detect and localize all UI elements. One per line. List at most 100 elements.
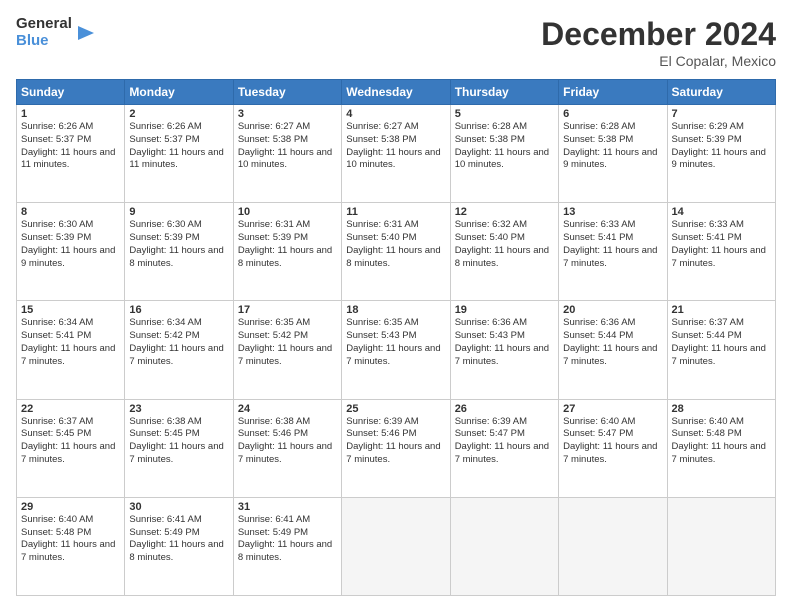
dow-header-tuesday: Tuesday (233, 80, 341, 105)
sunrise-label: Sunrise: 6:30 AM (21, 219, 93, 230)
sunset-label: Sunset: 5:38 PM (455, 134, 525, 145)
sunset-label: Sunset: 5:48 PM (672, 428, 742, 439)
calendar-cell: 25 Sunrise: 6:39 AM Sunset: 5:46 PM Dayl… (342, 399, 450, 497)
sunset-label: Sunset: 5:37 PM (21, 134, 91, 145)
calendar-cell: 18 Sunrise: 6:35 AM Sunset: 5:43 PM Dayl… (342, 301, 450, 399)
day-of-week-row: SundayMondayTuesdayWednesdayThursdayFrid… (17, 80, 776, 105)
calendar-cell: 27 Sunrise: 6:40 AM Sunset: 5:47 PM Dayl… (559, 399, 667, 497)
calendar-cell: 6 Sunrise: 6:28 AM Sunset: 5:38 PM Dayli… (559, 105, 667, 203)
daylight-label: Daylight: 11 hours and 7 minutes. (346, 441, 440, 465)
sunrise-label: Sunrise: 6:33 AM (672, 219, 744, 230)
calendar-cell: 16 Sunrise: 6:34 AM Sunset: 5:42 PM Dayl… (125, 301, 233, 399)
sunrise-label: Sunrise: 6:32 AM (455, 219, 527, 230)
calendar-week-5: 29 Sunrise: 6:40 AM Sunset: 5:48 PM Dayl… (17, 497, 776, 595)
daylight-label: Daylight: 11 hours and 7 minutes. (346, 343, 440, 367)
day-info: Sunrise: 6:27 AM Sunset: 5:38 PM Dayligh… (346, 121, 445, 172)
day-info: Sunrise: 6:36 AM Sunset: 5:43 PM Dayligh… (455, 317, 554, 368)
daylight-label: Daylight: 11 hours and 7 minutes. (672, 441, 766, 465)
sunrise-label: Sunrise: 6:38 AM (238, 416, 310, 427)
daylight-label: Daylight: 11 hours and 11 minutes. (21, 147, 115, 171)
calendar-cell: 4 Sunrise: 6:27 AM Sunset: 5:38 PM Dayli… (342, 105, 450, 203)
day-number: 28 (672, 403, 771, 415)
day-number: 21 (672, 304, 771, 316)
sunrise-label: Sunrise: 6:34 AM (129, 317, 201, 328)
calendar-cell: 28 Sunrise: 6:40 AM Sunset: 5:48 PM Dayl… (667, 399, 775, 497)
sunrise-label: Sunrise: 6:35 AM (238, 317, 310, 328)
daylight-label: Daylight: 11 hours and 10 minutes. (346, 147, 440, 171)
calendar-cell: 23 Sunrise: 6:38 AM Sunset: 5:45 PM Dayl… (125, 399, 233, 497)
day-info: Sunrise: 6:36 AM Sunset: 5:44 PM Dayligh… (563, 317, 662, 368)
day-number: 5 (455, 108, 554, 120)
sunrise-label: Sunrise: 6:40 AM (563, 416, 635, 427)
dow-header-monday: Monday (125, 80, 233, 105)
daylight-label: Daylight: 11 hours and 10 minutes. (238, 147, 332, 171)
sunset-label: Sunset: 5:49 PM (238, 527, 308, 538)
sunset-label: Sunset: 5:45 PM (129, 428, 199, 439)
daylight-label: Daylight: 11 hours and 7 minutes. (129, 343, 223, 367)
calendar-cell (559, 497, 667, 595)
daylight-label: Daylight: 11 hours and 8 minutes. (129, 245, 223, 269)
sunset-label: Sunset: 5:43 PM (455, 330, 525, 341)
calendar-cell (450, 497, 558, 595)
day-info: Sunrise: 6:33 AM Sunset: 5:41 PM Dayligh… (672, 219, 771, 270)
daylight-label: Daylight: 11 hours and 8 minutes. (238, 539, 332, 563)
day-info: Sunrise: 6:27 AM Sunset: 5:38 PM Dayligh… (238, 121, 337, 172)
day-number: 17 (238, 304, 337, 316)
day-number: 29 (21, 501, 120, 513)
calendar-cell: 9 Sunrise: 6:30 AM Sunset: 5:39 PM Dayli… (125, 203, 233, 301)
day-info: Sunrise: 6:31 AM Sunset: 5:40 PM Dayligh… (346, 219, 445, 270)
day-info: Sunrise: 6:28 AM Sunset: 5:38 PM Dayligh… (563, 121, 662, 172)
day-info: Sunrise: 6:37 AM Sunset: 5:44 PM Dayligh… (672, 317, 771, 368)
daylight-label: Daylight: 11 hours and 10 minutes. (455, 147, 549, 171)
day-info: Sunrise: 6:39 AM Sunset: 5:46 PM Dayligh… (346, 416, 445, 467)
month-title: December 2024 (541, 16, 776, 53)
day-number: 26 (455, 403, 554, 415)
daylight-label: Daylight: 11 hours and 8 minutes. (129, 539, 223, 563)
day-info: Sunrise: 6:35 AM Sunset: 5:42 PM Dayligh… (238, 317, 337, 368)
location: El Copalar, Mexico (541, 53, 776, 69)
sunrise-label: Sunrise: 6:27 AM (346, 121, 418, 132)
day-number: 15 (21, 304, 120, 316)
calendar-cell: 8 Sunrise: 6:30 AM Sunset: 5:39 PM Dayli… (17, 203, 125, 301)
daylight-label: Daylight: 11 hours and 9 minutes. (672, 147, 766, 171)
sunset-label: Sunset: 5:42 PM (129, 330, 199, 341)
calendar-cell: 15 Sunrise: 6:34 AM Sunset: 5:41 PM Dayl… (17, 301, 125, 399)
day-number: 16 (129, 304, 228, 316)
calendar-week-3: 15 Sunrise: 6:34 AM Sunset: 5:41 PM Dayl… (17, 301, 776, 399)
dow-header-friday: Friday (559, 80, 667, 105)
calendar-cell: 26 Sunrise: 6:39 AM Sunset: 5:47 PM Dayl… (450, 399, 558, 497)
day-info: Sunrise: 6:40 AM Sunset: 5:48 PM Dayligh… (21, 514, 120, 565)
sunset-label: Sunset: 5:46 PM (238, 428, 308, 439)
sunrise-label: Sunrise: 6:33 AM (563, 219, 635, 230)
sunset-label: Sunset: 5:42 PM (238, 330, 308, 341)
daylight-label: Daylight: 11 hours and 7 minutes. (563, 245, 657, 269)
logo-blue: Blue (16, 33, 72, 50)
day-info: Sunrise: 6:40 AM Sunset: 5:48 PM Dayligh… (672, 416, 771, 467)
dow-header-thursday: Thursday (450, 80, 558, 105)
calendar-cell: 1 Sunrise: 6:26 AM Sunset: 5:37 PM Dayli… (17, 105, 125, 203)
day-info: Sunrise: 6:38 AM Sunset: 5:45 PM Dayligh… (129, 416, 228, 467)
logo-arrow-icon (76, 22, 98, 44)
sunset-label: Sunset: 5:37 PM (129, 134, 199, 145)
daylight-label: Daylight: 11 hours and 7 minutes. (672, 245, 766, 269)
sunset-label: Sunset: 5:39 PM (21, 232, 91, 243)
day-info: Sunrise: 6:28 AM Sunset: 5:38 PM Dayligh… (455, 121, 554, 172)
calendar-cell: 31 Sunrise: 6:41 AM Sunset: 5:49 PM Dayl… (233, 497, 341, 595)
sunset-label: Sunset: 5:38 PM (346, 134, 416, 145)
calendar-cell: 22 Sunrise: 6:37 AM Sunset: 5:45 PM Dayl… (17, 399, 125, 497)
day-info: Sunrise: 6:34 AM Sunset: 5:42 PM Dayligh… (129, 317, 228, 368)
day-info: Sunrise: 6:33 AM Sunset: 5:41 PM Dayligh… (563, 219, 662, 270)
daylight-label: Daylight: 11 hours and 7 minutes. (455, 441, 549, 465)
sunset-label: Sunset: 5:39 PM (672, 134, 742, 145)
daylight-label: Daylight: 11 hours and 9 minutes. (563, 147, 657, 171)
daylight-label: Daylight: 11 hours and 8 minutes. (455, 245, 549, 269)
day-info: Sunrise: 6:41 AM Sunset: 5:49 PM Dayligh… (238, 514, 337, 565)
sunset-label: Sunset: 5:40 PM (455, 232, 525, 243)
title-block: December 2024 El Copalar, Mexico (541, 16, 776, 69)
daylight-label: Daylight: 11 hours and 7 minutes. (238, 441, 332, 465)
sunset-label: Sunset: 5:46 PM (346, 428, 416, 439)
sunrise-label: Sunrise: 6:30 AM (129, 219, 201, 230)
day-number: 20 (563, 304, 662, 316)
sunset-label: Sunset: 5:44 PM (672, 330, 742, 341)
day-number: 3 (238, 108, 337, 120)
